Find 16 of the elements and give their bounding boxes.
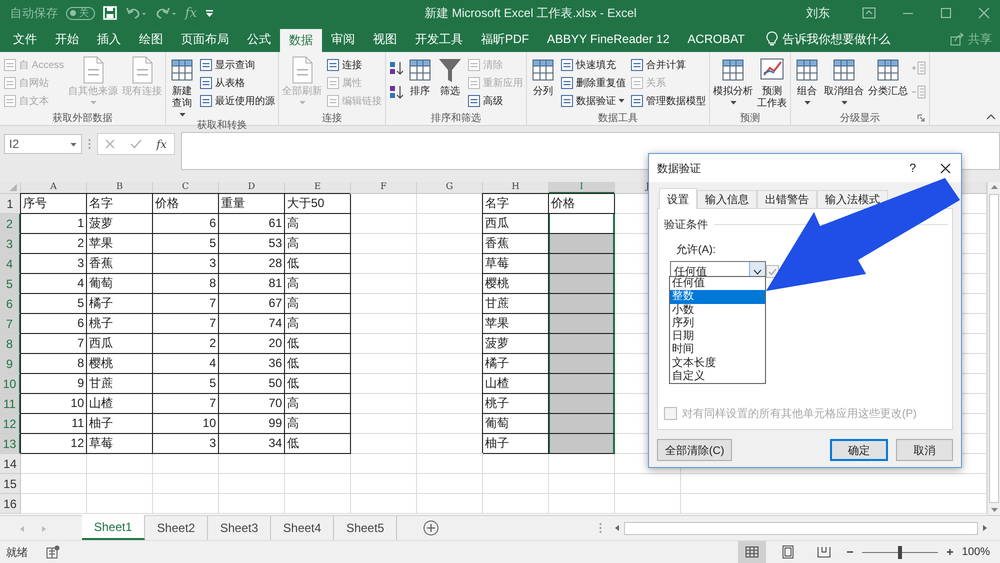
checkbox-label: 对有同样设置的所有其他单元格应用这些更改(P) (682, 406, 917, 421)
window-title: 新建 Microsoft Excel 工作表.xlsx - Excel (424, 4, 638, 22)
group-label: 分级显示 (840, 112, 880, 124)
group-label: 预测 (740, 112, 760, 125)
autosave-label: 自动保存 (10, 4, 58, 22)
field-label: 允许(A): (676, 243, 717, 257)
group-label: 获取外部数据 (52, 112, 112, 124)
dropdown-value: 任何值 (674, 265, 707, 278)
group-label: 排序和筛选 (431, 112, 482, 124)
cell-reference: I2 (9, 137, 20, 151)
section-title: 验证条件 (664, 218, 708, 232)
group-label: 数据工具 (598, 112, 638, 124)
dialog-title: 数据验证 (657, 162, 701, 176)
group-label: 获取和转换 (197, 118, 248, 132)
group-label: 连接 (322, 112, 342, 124)
status-text: 就绪 (6, 546, 28, 560)
